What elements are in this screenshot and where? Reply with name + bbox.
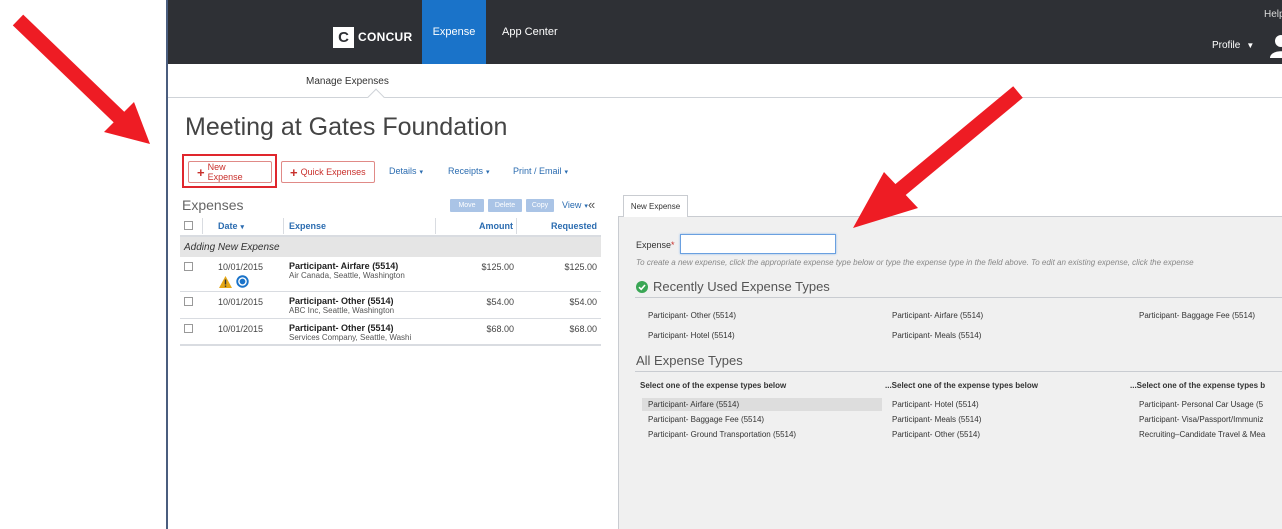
- requested-column-header[interactable]: Requested: [551, 221, 597, 231]
- concur-logo-text: CONCUR: [358, 30, 413, 44]
- expense-types-column-header: ...Select one of the expense types b: [1130, 381, 1266, 390]
- group-row-adding-new-expense: Adding New Expense: [180, 237, 601, 257]
- expense-vendor: Services Company, Seattle, Washi: [289, 333, 412, 342]
- concur-app-window: C CONCUR Expense App Center Help Profile…: [166, 0, 1282, 529]
- instruction-text: To create a new expense, click the appro…: [636, 258, 1194, 267]
- expense-type-item[interactable]: Participant- Other (5514): [892, 430, 980, 439]
- expense-type-item[interactable]: Participant- Personal Car Usage (5: [1139, 400, 1263, 409]
- all-expense-types-title: All Expense Types: [636, 353, 743, 368]
- expense-type: Participant- Other (5514): [289, 296, 394, 306]
- expense-type: Participant- Other (5514): [289, 323, 394, 333]
- tab-new-expense[interactable]: New Expense: [623, 195, 688, 217]
- expense-column-header[interactable]: Expense: [289, 221, 326, 231]
- amount-column-header[interactable]: Amount: [479, 221, 513, 231]
- expense-type-item[interactable]: Participant- Airfare (5514): [648, 400, 739, 409]
- date-column-header[interactable]: Date ▾: [218, 221, 244, 231]
- expense-vendor: ABC Inc, Seattle, Washington: [289, 306, 395, 315]
- receipt-image-icon[interactable]: [236, 275, 249, 288]
- sort-caret-icon: ▾: [240, 224, 245, 231]
- recent-expense-type-item[interactable]: Participant- Airfare (5514): [892, 311, 983, 320]
- column-separator: [283, 218, 284, 234]
- view-label: View: [562, 200, 582, 210]
- expense-type-input[interactable]: [680, 234, 836, 254]
- expense-field-label-text: Expense: [636, 240, 672, 250]
- move-button[interactable]: Move: [450, 199, 484, 212]
- expense-types-column-header: Select one of the expense types below: [640, 381, 787, 390]
- quick-expenses-label: Quick Expenses: [300, 167, 366, 177]
- plus-icon: +: [290, 164, 298, 180]
- user-avatar-icon[interactable]: [1268, 32, 1282, 58]
- column-separator: [516, 218, 517, 234]
- print-email-label: Print / Email: [513, 166, 562, 176]
- copy-button[interactable]: Copy: [526, 199, 554, 212]
- recent-expense-type-item[interactable]: Participant- Hotel (5514): [648, 331, 735, 340]
- section-divider: [635, 297, 1282, 298]
- recent-expense-type-item[interactable]: Participant- Other (5514): [648, 311, 736, 320]
- caret-down-icon: ▾: [564, 169, 569, 176]
- delete-button[interactable]: Delete: [488, 199, 522, 212]
- expense-requested: $54.00: [569, 297, 597, 307]
- expense-amount: $68.00: [486, 324, 514, 334]
- caret-down-icon: ▾: [419, 169, 424, 176]
- expense-requested: $68.00: [569, 324, 597, 334]
- nav-tab-app-center[interactable]: App Center: [502, 0, 558, 64]
- expense-type-field-label: Expense*: [636, 240, 675, 250]
- expense-amount: $54.00: [486, 297, 514, 307]
- expense-date: 10/01/2015: [218, 324, 264, 334]
- expense-requested: $125.00: [564, 262, 597, 272]
- caret-down-icon: ▾: [486, 169, 490, 176]
- expense-type-item[interactable]: Participant- Visa/Passport/Immuniz: [1139, 415, 1263, 424]
- expense-amount: $125.00: [481, 262, 514, 272]
- column-separator: [435, 218, 436, 234]
- warning-icon[interactable]: [219, 276, 232, 288]
- check-circle-icon: [636, 281, 648, 293]
- subnav-manage-expenses[interactable]: Manage Expenses: [306, 76, 389, 87]
- date-column-label: Date: [218, 221, 238, 231]
- expense-type: Participant- Airfare (5514): [289, 261, 399, 271]
- expenses-heading: Expenses: [182, 197, 244, 213]
- concur-logo[interactable]: C CONCUR: [333, 26, 412, 48]
- new-expense-highlight-box: [182, 154, 277, 188]
- top-navigation-bar: C CONCUR Expense App Center Help Profile…: [168, 0, 1282, 64]
- expense-type-item[interactable]: Recruiting–Candidate Travel & Mea: [1139, 430, 1265, 439]
- expense-row[interactable]: 10/01/2015 Participant- Airfare (5514) A…: [180, 257, 601, 292]
- row-checkbox[interactable]: [184, 324, 193, 333]
- section-divider: [635, 371, 1282, 372]
- expense-row[interactable]: 10/01/2015 Participant- Other (5514) ABC…: [180, 292, 601, 319]
- recent-expense-type-item[interactable]: Participant- Baggage Fee (5514): [1139, 311, 1255, 320]
- view-menu[interactable]: View ▾: [562, 200, 588, 210]
- expense-type-item[interactable]: Participant- Ground Transportation (5514…: [648, 430, 796, 439]
- expense-types-column-header: ...Select one of the expense types below: [885, 381, 1038, 390]
- help-link[interactable]: Help: [1264, 9, 1282, 20]
- recent-expense-types-title: Recently Used Expense Types: [653, 279, 830, 294]
- column-separator: [202, 218, 203, 234]
- quick-expenses-button[interactable]: + Quick Expenses: [281, 161, 375, 183]
- print-email-menu[interactable]: Print / Email ▾: [513, 166, 568, 176]
- red-arrow-left: [12, 14, 150, 144]
- receipts-label: Receipts: [448, 166, 484, 176]
- row-checkbox[interactable]: [184, 297, 193, 306]
- receipts-menu[interactable]: Receipts ▾: [448, 166, 490, 176]
- profile-label: Profile: [1212, 40, 1241, 51]
- required-marker: *: [671, 240, 675, 250]
- details-label: Details: [389, 166, 417, 176]
- expenses-grid-header: Date ▾ Expense Amount Requested: [180, 215, 601, 237]
- nav-tab-expense[interactable]: Expense: [422, 0, 486, 64]
- expense-date: 10/01/2015: [218, 262, 264, 272]
- expense-type-item[interactable]: Participant- Baggage Fee (5514): [648, 415, 764, 424]
- expense-type-item[interactable]: Participant- Meals (5514): [892, 415, 981, 424]
- profile-caret-icon: ▼: [1246, 41, 1255, 50]
- select-all-checkbox[interactable]: [184, 221, 193, 230]
- profile-menu[interactable]: Profile ▼: [1212, 40, 1254, 51]
- concur-logo-mark: C: [333, 26, 354, 48]
- details-menu[interactable]: Details ▾: [389, 166, 423, 176]
- collapse-panel-icon[interactable]: «: [588, 197, 595, 212]
- recent-expense-type-item[interactable]: Participant- Meals (5514): [892, 331, 981, 340]
- row-checkbox[interactable]: [184, 262, 193, 271]
- expense-row[interactable]: 10/01/2015 Participant- Other (5514) Ser…: [180, 319, 601, 346]
- expense-date: 10/01/2015: [218, 297, 264, 307]
- expense-type-item[interactable]: Participant- Hotel (5514): [892, 400, 979, 409]
- report-title: Meeting at Gates Foundation: [185, 113, 508, 141]
- expense-vendor: Air Canada, Seattle, Washington: [289, 271, 405, 280]
